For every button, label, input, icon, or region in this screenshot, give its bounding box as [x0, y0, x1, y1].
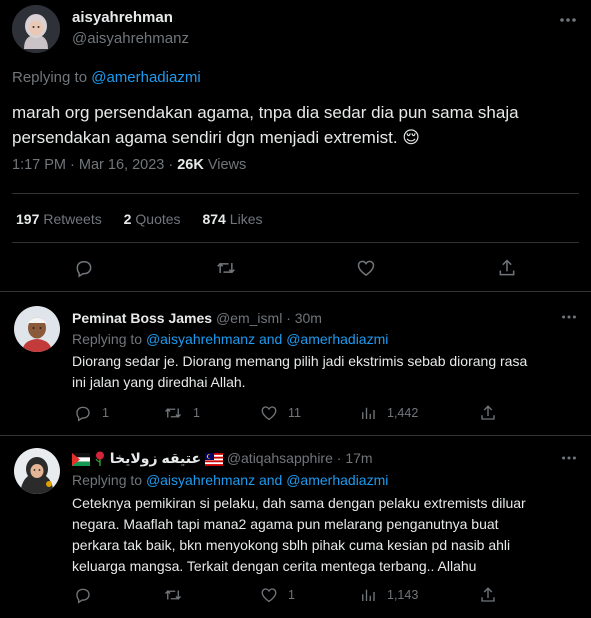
like-button[interactable]: 1	[260, 586, 295, 604]
author-handle[interactable]: @aisyahrehmanz	[72, 30, 189, 47]
like-button[interactable]: 11	[260, 404, 301, 422]
likes-count: 874	[202, 211, 226, 227]
reply-text-line: Diorang sedar je. Diorang memang pilih j…	[72, 353, 528, 369]
reply-author-handle[interactable]: @em_isml · 30m	[216, 310, 322, 326]
like-count: 1	[288, 588, 295, 602]
flag-palestine-icon	[72, 453, 90, 469]
reply-text-line: keluarga mangsa. Terkait dengan cerita m…	[72, 558, 477, 574]
share-icon	[479, 404, 497, 422]
timestamp[interactable]: 1:17 PM · Mar 16, 2023 ·	[12, 157, 173, 173]
tweet-text: marah org persendakan agama, tnpa dia se…	[12, 100, 572, 150]
like-count: 11	[288, 406, 301, 420]
retweet-count: 1	[193, 406, 200, 420]
divider	[12, 242, 579, 243]
views-button[interactable]: 1,143	[359, 586, 418, 604]
replying-prefix: Replying to	[72, 331, 143, 347]
reply-text-line: perkara tak baik, bkn menyokong sblh pih…	[72, 537, 511, 553]
retweet-button[interactable]	[163, 586, 193, 604]
tweet-stats: 197 Retweets 2 Quotes 874 Likes	[16, 211, 280, 227]
replying-prefix: Replying to	[12, 69, 88, 86]
likes-label: Likes	[229, 211, 263, 227]
retweets-stat[interactable]: 197 Retweets	[16, 211, 102, 227]
quotes-stat[interactable]: 2 Quotes	[124, 211, 181, 227]
reply-text-line: negara. Maaflah tapi mana2 agama pun mel…	[72, 516, 499, 532]
author-name[interactable]: aisyahrehman	[72, 9, 173, 26]
retweets-label: Retweets	[43, 211, 102, 227]
quotes-label: Quotes	[135, 211, 181, 227]
replying-to-link[interactable]: @aisyahrehmanz and @amerhadiazmi	[146, 331, 388, 347]
reply-author-name[interactable]: عتيقه زولايخا	[110, 450, 201, 466]
reply-text-line: ini jalan yang diredhai Allah.	[72, 374, 246, 390]
replying-to-link[interactable]: @amerhadiazmi	[91, 69, 200, 86]
main-tweet: aisyahrehman @aisyahrehmanz Replying to …	[0, 0, 591, 292]
avatar[interactable]	[14, 306, 60, 352]
more-options-icon[interactable]	[560, 449, 578, 467]
reply-header: Peminat Boss James @em_isml · 30m	[72, 310, 322, 326]
replying-to: Replying to @aisyahrehmanz and @amerhadi…	[72, 331, 388, 347]
reply-text: Ceteknya pemikiran si pelaku, dah sama d…	[72, 493, 572, 577]
retweet-icon[interactable]	[215, 258, 237, 278]
reply-count: 1	[102, 406, 109, 420]
likes-stat[interactable]: 874 Likes	[202, 211, 262, 227]
more-options-icon[interactable]	[558, 10, 578, 30]
replying-to-link[interactable]: @aisyahrehmanz and @amerhadiazmi	[146, 472, 388, 488]
avatar[interactable]	[14, 448, 60, 494]
reply-icon	[74, 404, 92, 422]
reply-tweet[interactable]: Peminat Boss James @em_isml · 30m Replyi…	[0, 293, 591, 436]
views-label: Views	[207, 157, 247, 173]
tweet-text-line-content: persendakan agama sendiri dgn menjadi ex…	[12, 128, 398, 147]
tweet-meta: 1:17 PM · Mar 16, 2023 · 26K Views	[12, 157, 246, 173]
views-count: 1,442	[387, 406, 419, 420]
reply-button[interactable]: 1	[74, 404, 109, 422]
share-button[interactable]	[479, 404, 497, 422]
quotes-count: 2	[123, 211, 132, 227]
analytics-icon	[359, 586, 377, 604]
reply-author-handle[interactable]: @atiqahsapphire · 17m	[227, 450, 373, 466]
tweet-text-line: marah org persendakan agama, tnpa dia se…	[12, 103, 519, 122]
share-icon	[479, 586, 497, 604]
reply-author-name[interactable]: Peminat Boss James	[72, 310, 212, 326]
like-icon	[260, 404, 278, 422]
replying-to: Replying to @aisyahrehmanz and @amerhadi…	[72, 472, 388, 488]
divider	[12, 193, 579, 194]
retweets-count: 197	[16, 211, 40, 227]
retweet-icon	[163, 404, 183, 422]
more-options-icon[interactable]	[560, 308, 578, 326]
reply-text: Diorang sedar je. Diorang memang pilih j…	[72, 351, 572, 393]
reply-header: عتيقه زولايخا @atiqahsapphire · 17m	[72, 450, 373, 469]
tweet-text-line: persendakan agama sendiri dgn menjadi ex…	[12, 125, 572, 150]
rose-icon	[94, 451, 106, 469]
analytics-icon	[359, 404, 377, 422]
replying-prefix: Replying to	[72, 472, 143, 488]
views-count: 26K	[177, 157, 204, 173]
retweet-icon	[163, 586, 183, 604]
reply-icon[interactable]	[74, 258, 94, 278]
avatar[interactable]	[12, 5, 60, 53]
relieved-face-emoji: 😌	[402, 128, 421, 147]
reply-button[interactable]	[74, 586, 102, 604]
flag-malaysia-icon	[204, 453, 223, 469]
replying-to: Replying to @amerhadiazmi	[12, 69, 201, 86]
like-icon	[260, 586, 278, 604]
retweet-button[interactable]: 1	[163, 404, 200, 422]
reply-icon	[74, 586, 92, 604]
views-button[interactable]: 1,442	[359, 404, 418, 422]
reply-tweet[interactable]: عتيقه زولايخا @atiqahsapphire · 17m Repl…	[0, 437, 591, 618]
share-button[interactable]	[479, 586, 497, 604]
like-icon[interactable]	[356, 258, 376, 278]
share-icon[interactable]	[497, 258, 517, 278]
views-count: 1,143	[387, 588, 419, 602]
reply-text-line: Ceteknya pemikiran si pelaku, dah sama d…	[72, 495, 526, 511]
